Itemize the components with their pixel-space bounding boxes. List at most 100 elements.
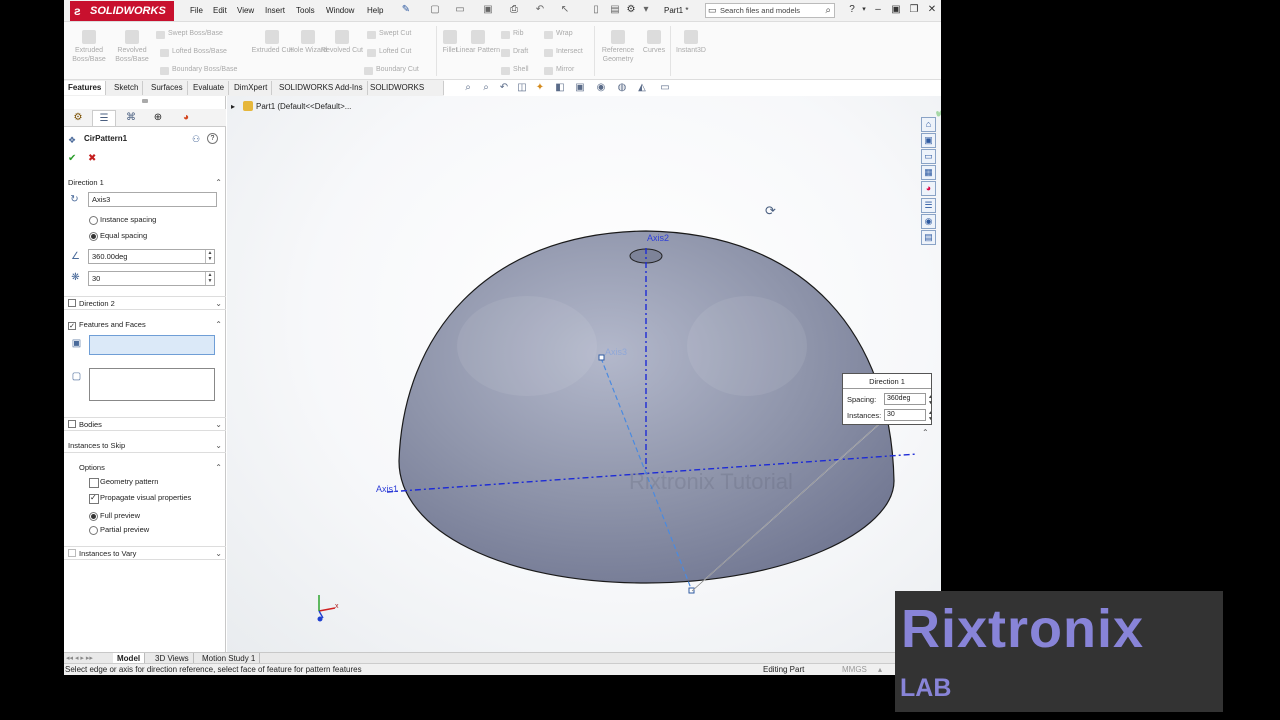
section-view-icon[interactable]: ◫	[516, 82, 528, 94]
callout-spacing-spinner[interactable]: ▲ ▼	[928, 394, 933, 406]
cancel-button[interactable]: ✖	[88, 153, 96, 164]
zoom-to-fit-icon[interactable]: ⌕	[462, 82, 474, 94]
tab-mbd[interactable]: SOLIDWORKS MBD	[366, 81, 444, 106]
features-to-pattern-selection[interactable]	[89, 335, 215, 355]
axis1-label[interactable]: Axis1	[376, 484, 398, 494]
help-dropdown-icon[interactable]: ▾	[858, 4, 870, 16]
undo-icon[interactable]: ↶	[534, 4, 546, 16]
linear-pattern-button[interactable]: Linear Pattern	[456, 30, 500, 55]
hide-show-items-icon[interactable]: ◉	[595, 82, 607, 94]
revolved-cut-button[interactable]: Revolved Cut	[320, 30, 364, 55]
lofted-boss-button[interactable]: Lofted Boss/Base	[160, 48, 227, 57]
design-library-icon[interactable]: ▣	[921, 133, 936, 148]
view-orientation-icon[interactable]: ◧	[554, 82, 566, 94]
edit-appearance-icon[interactable]: ◍	[616, 82, 628, 94]
menu-tools[interactable]: Tools	[296, 6, 315, 15]
menu-help[interactable]: Help	[367, 6, 383, 15]
file-explorer-icon[interactable]: ▭	[921, 149, 936, 164]
direction1-group-header[interactable]: Direction 1 ⌃	[64, 176, 226, 190]
restore-button[interactable]: ▣	[890, 4, 902, 16]
full-preview-radio[interactable]: Full preview	[89, 511, 140, 521]
partial-preview-radio[interactable]: Partial preview	[89, 525, 149, 535]
revolved-boss-button[interactable]: Revolved Boss/Base	[110, 30, 154, 64]
forum-icon[interactable]: ▤	[921, 230, 936, 245]
apply-scene-icon[interactable]: ◭	[636, 82, 648, 94]
axis3-label[interactable]: Axis3	[605, 347, 627, 357]
lofted-cut-button[interactable]: Lofted Cut	[367, 48, 411, 57]
options-dropdown-icon[interactable]: ▾	[640, 4, 652, 16]
pattern-axis-field[interactable]: Axis3	[88, 192, 217, 207]
swept-boss-button[interactable]: Swept Boss/Base	[156, 30, 223, 39]
status-units[interactable]: MMGS	[842, 664, 867, 675]
boundary-cut-button[interactable]: Boundary Cut	[364, 66, 419, 75]
panel-grip[interactable]	[142, 99, 148, 103]
menu-file[interactable]: File	[190, 6, 203, 15]
display-manager-tab-icon[interactable]: ◕	[174, 110, 198, 126]
minimize-button[interactable]: –	[872, 4, 884, 16]
units-dropdown-icon[interactable]: ▴	[878, 664, 882, 675]
tab-surfaces[interactable]: Surfaces	[147, 81, 188, 95]
rebuild-icon[interactable]: ▤	[609, 4, 621, 16]
close-button[interactable]: ✕	[926, 4, 938, 16]
traffic-light-icon[interactable]: ▯	[590, 4, 602, 16]
view-settings-icon[interactable]: ▭	[659, 82, 671, 94]
menu-window[interactable]: Window	[326, 6, 354, 15]
menu-edit[interactable]: Edit	[213, 6, 227, 15]
direction2-group-header[interactable]: Direction 2 ⌄	[64, 296, 226, 310]
instant3d-button[interactable]: Instant3D	[669, 30, 713, 55]
angle-spinner[interactable]: ▲ ▼	[205, 250, 214, 263]
features-faces-checkbox[interactable]: ✓	[68, 322, 76, 330]
boundary-boss-button[interactable]: Boundary Boss/Base	[160, 66, 237, 75]
bodies-group-header[interactable]: Bodies ⌄	[64, 417, 226, 431]
direction2-checkbox[interactable]	[68, 299, 76, 307]
help-icon[interactable]: ?	[207, 133, 218, 144]
angle-field[interactable]: 360.00deg ▲ ▼	[88, 249, 215, 264]
new-document-icon[interactable]: ▢	[429, 4, 441, 16]
display-style-icon[interactable]: ▣	[574, 82, 586, 94]
shell-button[interactable]: Shell	[501, 66, 529, 75]
detailed-preview-icon[interactable]: ⚇	[192, 134, 200, 145]
dynamic-annotation-icon[interactable]: ✦	[534, 82, 546, 94]
bodies-checkbox[interactable]	[68, 420, 76, 428]
reverse-direction-icon[interactable]: ↻	[68, 193, 81, 206]
ok-button[interactable]: ✔	[68, 153, 76, 164]
solidworks-logo[interactable]: ƨ SOLIDWORKS	[70, 1, 174, 21]
dimxpert-manager-tab-icon[interactable]: ⊕	[146, 110, 170, 126]
extruded-boss-button[interactable]: Extruded Boss/Base	[67, 30, 111, 64]
menu-view[interactable]: View	[237, 6, 254, 15]
tab-dimxpert[interactable]: DimXpert	[230, 81, 273, 95]
callout-instances-spinner[interactable]: ▲ ▼	[928, 410, 933, 422]
options-gear-icon[interactable]: ⚙	[625, 4, 637, 16]
view-palette-icon[interactable]: ▦	[921, 165, 936, 180]
help-icon[interactable]: ?	[846, 4, 858, 16]
pin-icon[interactable]: ✎	[400, 4, 412, 16]
custom-properties-icon[interactable]: ☰	[921, 198, 936, 213]
swept-cut-button[interactable]: Swept Cut	[367, 30, 411, 39]
zoom-to-area-icon[interactable]: ⌕	[480, 82, 492, 94]
equal-spacing-radio[interactable]: Equal spacing	[89, 231, 147, 241]
instances-to-vary-checkbox[interactable]	[68, 549, 76, 557]
mirror-button[interactable]: Mirror	[544, 66, 574, 75]
solidworks-resources-icon[interactable]: ◉	[921, 214, 936, 229]
axis2-label[interactable]: Axis2	[647, 233, 669, 243]
graphics-area[interactable]: ▸Part1 (Default<<Default>... ✕	[227, 96, 941, 652]
home-icon[interactable]: ⌂	[921, 117, 936, 132]
select-icon[interactable]: ↖	[559, 4, 571, 16]
print-icon[interactable]: ⎙	[508, 4, 520, 16]
features-faces-group-header[interactable]: ✓ Features and Faces ⌃	[64, 318, 226, 332]
instance-spacing-radio[interactable]: Instance spacing	[89, 215, 156, 225]
search-icon[interactable]: ⌕	[825, 4, 831, 17]
instances-to-vary-group-header[interactable]: Instances to Vary ⌄	[64, 546, 226, 560]
rib-button[interactable]: Rib	[501, 30, 524, 39]
open-icon[interactable]: ▭	[454, 4, 466, 16]
wrap-button[interactable]: Wrap	[544, 30, 573, 39]
tab-features[interactable]: Features	[64, 81, 107, 95]
property-manager-tab-icon[interactable]: ☰	[92, 110, 116, 126]
tab-scroll-icons[interactable]: ◂◂ ◂ ▸ ▸▸	[66, 654, 93, 662]
previous-view-icon[interactable]: ↶	[498, 82, 510, 94]
propagate-visual-checkbox[interactable]: Propagate visual properties	[89, 493, 191, 504]
instances-field[interactable]: 30 ▲ ▼	[88, 271, 215, 286]
options-group-header[interactable]: Options ⌃	[64, 461, 226, 475]
menu-insert[interactable]: Insert	[265, 6, 285, 15]
callout-collapse-icon[interactable]: ⌃	[922, 428, 929, 437]
